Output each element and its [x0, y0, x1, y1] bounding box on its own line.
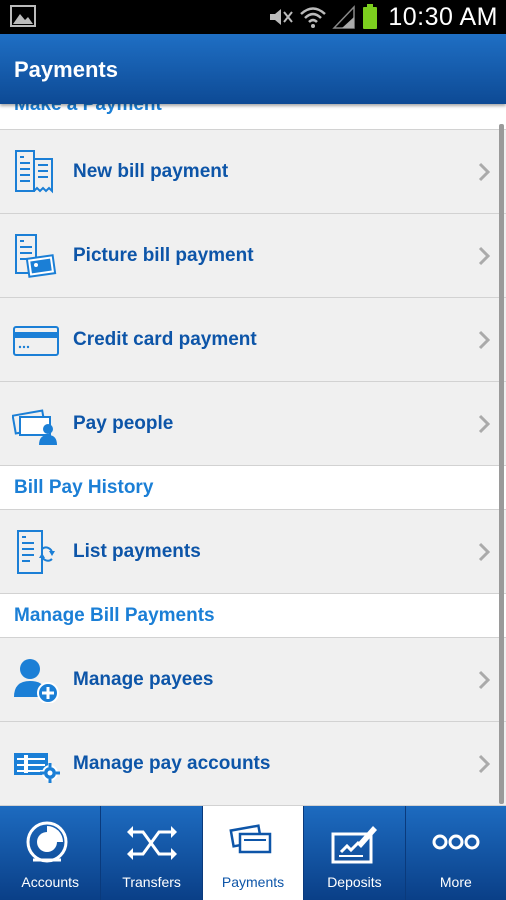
chevron-right-icon: [478, 670, 490, 690]
section-title: Bill Pay History: [14, 477, 154, 498]
tab-deposits[interactable]: Deposits: [304, 806, 406, 900]
credit-card-icon: [13, 326, 59, 356]
bottom-nav: Accounts Transfers Payments Deposits Mor…: [0, 806, 506, 900]
tab-label: Deposits: [327, 874, 382, 890]
signal-icon: [332, 5, 356, 29]
list-item-label: Pay people: [73, 412, 174, 434]
section-header-manage-bill-payments: Manage Bill Payments: [0, 594, 506, 638]
payments-list[interactable]: Make a Payment New bill payment Picture …: [0, 104, 506, 806]
list-item-new-bill-payment[interactable]: New bill payment: [0, 130, 506, 214]
app-bar: Payments: [0, 34, 506, 104]
tab-label: Accounts: [21, 874, 79, 890]
chevron-right-icon: [478, 246, 490, 266]
list-item-list-payments[interactable]: List payments: [0, 510, 506, 594]
chevron-right-icon: [478, 414, 490, 434]
gallery-notification-icon: [10, 5, 36, 27]
page-title: Payments: [14, 57, 118, 82]
tab-label: Payments: [221, 874, 285, 890]
payments-icon: [229, 824, 272, 854]
bill-icon: [15, 150, 53, 194]
pay-accounts-icon: [14, 753, 60, 783]
tab-payments[interactable]: Payments: [202, 806, 305, 900]
list-item-label: Manage payees: [73, 668, 214, 690]
list-item-manage-payees[interactable]: Manage payees: [0, 638, 506, 722]
list-item-label: Manage pay accounts: [73, 752, 271, 774]
list-item-picture-bill-payment[interactable]: Picture bill payment: [0, 214, 506, 298]
list-item-label: New bill payment: [73, 160, 229, 182]
pay-people-icon: [12, 409, 57, 445]
tab-more[interactable]: More: [406, 806, 506, 900]
transfers-icon: [126, 826, 177, 860]
list-payments-icon: [17, 530, 55, 574]
section-header-make-a-payment: Make a Payment: [0, 104, 506, 130]
tab-label: Transfers: [122, 874, 181, 890]
list-item-label: Picture bill payment: [73, 244, 254, 266]
tab-transfers[interactable]: Transfers: [101, 806, 203, 900]
list-item-manage-pay-accounts[interactable]: Manage pay accounts: [0, 722, 506, 806]
mute-icon: [270, 9, 294, 25]
wifi-icon: [300, 7, 327, 28]
picture-bill-icon: [15, 234, 57, 278]
status-bar: 10:30 AM: [0, 0, 506, 34]
tab-label: More: [439, 874, 472, 890]
list-item-credit-card-payment[interactable]: Credit card payment: [0, 298, 506, 382]
section-header-bill-pay-history: Bill Pay History: [0, 466, 506, 510]
scrollbar[interactable]: [499, 124, 504, 804]
chevron-right-icon: [478, 542, 490, 562]
tab-accounts[interactable]: Accounts: [0, 806, 102, 900]
accounts-icon: [26, 821, 68, 863]
chevron-right-icon: [478, 754, 490, 774]
chevron-right-icon: [478, 330, 490, 350]
chevron-right-icon: [478, 162, 490, 182]
deposits-icon: [331, 826, 378, 864]
list-item-label: Credit card payment: [73, 328, 257, 350]
battery-icon: [363, 4, 378, 29]
add-payee-icon: [14, 659, 59, 703]
section-title: Make a Payment: [14, 104, 162, 115]
list-item-label: List payments: [73, 540, 201, 562]
list-item-pay-people[interactable]: Pay people: [0, 382, 506, 466]
more-icon: [432, 834, 480, 850]
status-time: 10:30 AM: [388, 2, 498, 31]
section-title: Manage Bill Payments: [14, 605, 215, 626]
